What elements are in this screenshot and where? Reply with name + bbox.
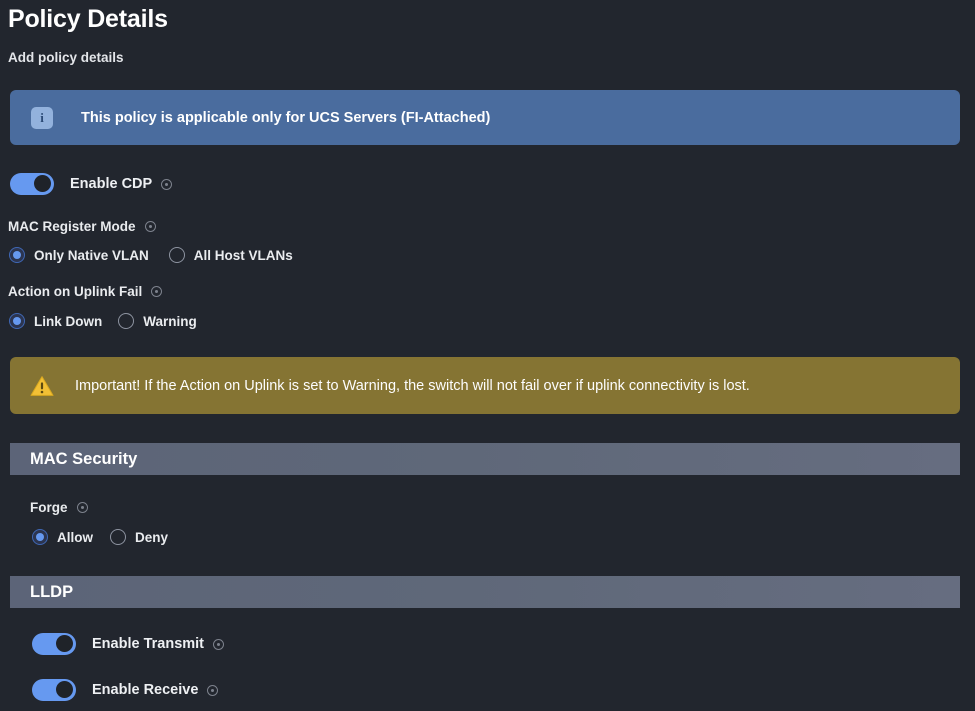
radio-button[interactable] bbox=[168, 247, 185, 263]
radio-button[interactable] bbox=[9, 313, 25, 329]
page-subtitle: Add policy details bbox=[8, 50, 124, 65]
warning-banner-text: Important! If the Action on Uplink is se… bbox=[75, 377, 750, 394]
enable-receive-info-hint-icon[interactable] bbox=[207, 684, 219, 696]
mac-register-mode-radio-group: Only Native VLAN All Host VLANs bbox=[9, 247, 293, 263]
mac-register-mode-label: MAC Register Mode bbox=[8, 219, 136, 234]
mac-register-mode-label-row: MAC Register Mode bbox=[8, 219, 156, 234]
radio-option-label: Warning bbox=[143, 313, 197, 329]
radio-option-only-native-vlan[interactable]: Only Native VLAN bbox=[9, 247, 149, 263]
action-on-uplink-fail-label: Action on Uplink Fail bbox=[8, 284, 143, 299]
radio-option-label: All Host VLANs bbox=[193, 247, 293, 263]
radio-option-label: Only Native VLAN bbox=[34, 247, 149, 263]
forge-info-hint-icon[interactable] bbox=[76, 502, 88, 513]
warning-banner: Important! If the Action on Uplink is se… bbox=[10, 357, 960, 414]
radio-option-link-down[interactable]: Link Down bbox=[9, 313, 102, 329]
info-icon: i bbox=[29, 105, 55, 131]
radio-button[interactable] bbox=[9, 247, 25, 263]
action-on-uplink-fail-label-row: Action on Uplink Fail bbox=[8, 284, 163, 299]
enable-cdp-label: Enable CDP bbox=[70, 176, 153, 192]
enable-cdp-row: Enable CDP bbox=[10, 173, 173, 195]
section-header-lldp: LLDP bbox=[10, 576, 960, 608]
toggle-knob bbox=[34, 175, 51, 192]
enable-transmit-toggle[interactable] bbox=[32, 633, 76, 655]
enable-receive-label: Enable Receive bbox=[92, 682, 199, 698]
radio-button[interactable] bbox=[32, 529, 48, 545]
page-title: Policy Details bbox=[8, 5, 168, 33]
action-on-uplink-fail-info-hint-icon[interactable] bbox=[151, 286, 163, 297]
radio-button[interactable] bbox=[118, 313, 135, 329]
radio-option-label: Link Down bbox=[34, 313, 103, 329]
toggle-knob bbox=[56, 681, 73, 698]
radio-option-label: Deny bbox=[135, 529, 169, 545]
info-icon-glyph: i bbox=[31, 106, 53, 129]
info-banner: i This policy is applicable only for UCS… bbox=[10, 90, 960, 145]
warning-triangle-icon bbox=[29, 373, 55, 399]
policy-details-page: Policy Details Add policy details i This… bbox=[0, 0, 975, 711]
enable-cdp-toggle[interactable] bbox=[10, 173, 54, 195]
radio-option-warning[interactable]: Warning bbox=[118, 313, 197, 329]
action-on-uplink-fail-radio-group: Link Down Warning bbox=[9, 313, 197, 329]
radio-option-label: Allow bbox=[57, 529, 93, 545]
forge-label-row: Forge bbox=[30, 500, 88, 515]
info-banner-text: This policy is applicable only for UCS S… bbox=[81, 109, 491, 126]
section-title: LLDP bbox=[30, 582, 74, 601]
radio-option-all-host-vlans[interactable]: All Host VLANs bbox=[168, 247, 293, 263]
radio-option-allow[interactable]: Allow bbox=[32, 529, 93, 545]
section-header-mac-security: MAC Security bbox=[10, 443, 960, 475]
enable-transmit-info-hint-icon[interactable] bbox=[213, 638, 225, 650]
radio-option-deny[interactable]: Deny bbox=[110, 529, 168, 545]
enable-receive-row: Enable Receive bbox=[32, 679, 219, 701]
forge-label: Forge bbox=[30, 500, 68, 515]
mac-register-mode-info-hint-icon[interactable] bbox=[144, 221, 156, 232]
enable-transmit-row: Enable Transmit bbox=[32, 633, 225, 655]
enable-cdp-info-hint-icon[interactable] bbox=[161, 178, 173, 190]
enable-transmit-label: Enable Transmit bbox=[92, 636, 205, 652]
radio-button[interactable] bbox=[110, 529, 126, 545]
toggle-knob bbox=[56, 635, 73, 652]
forge-radio-group: Allow Deny bbox=[32, 529, 168, 545]
section-title: MAC Security bbox=[30, 449, 138, 468]
enable-receive-toggle[interactable] bbox=[32, 679, 76, 701]
